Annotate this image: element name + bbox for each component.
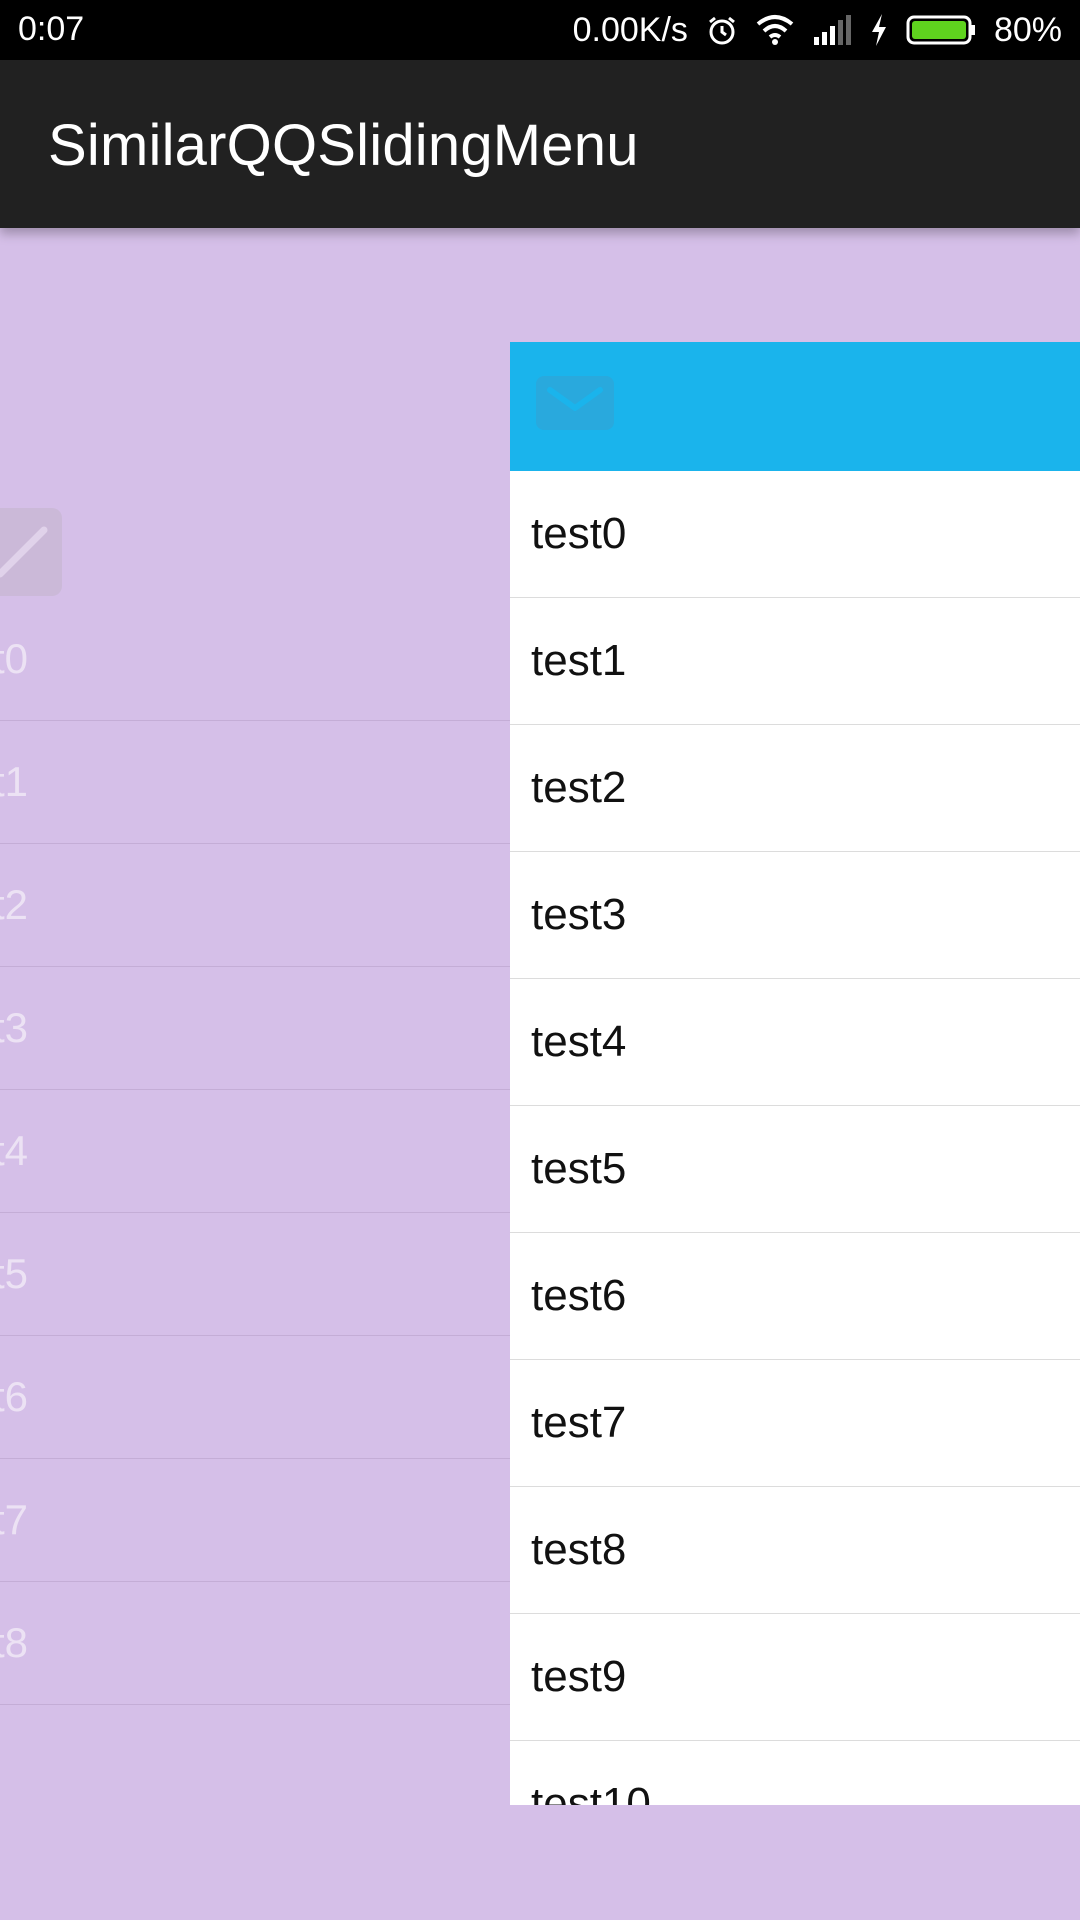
battery-percent: 80% — [993, 10, 1062, 49]
list-item-label: test7 — [531, 1398, 627, 1447]
list-item[interactable]: test8 — [510, 1487, 1080, 1614]
list-item-label: test9 — [531, 1652, 627, 1701]
battery-icon — [906, 15, 975, 45]
list-item-label: test2 — [531, 763, 627, 812]
edit-icon[interactable] — [0, 508, 62, 596]
menu-item[interactable]: st2 — [0, 844, 510, 967]
menu-item-label: st7 — [0, 1496, 29, 1543]
menu-item[interactable]: st0 — [0, 598, 510, 721]
menu-item-label: st6 — [0, 1373, 29, 1420]
app-bar: SimilarQQSlidingMenu — [0, 60, 1080, 228]
menu-item-label: st1 — [0, 758, 29, 805]
network-speed: 0.00K/s — [572, 10, 688, 49]
list-item-label: test10 — [531, 1779, 651, 1805]
menu-item[interactable]: st8 — [0, 1582, 510, 1705]
charging-icon — [871, 14, 886, 46]
list-item-label: test5 — [531, 1144, 627, 1193]
menu-item-label: st2 — [0, 881, 29, 928]
menu-item-label: st4 — [0, 1127, 29, 1174]
menu-item-label: st5 — [0, 1250, 29, 1297]
list-item[interactable]: test3 — [510, 852, 1080, 979]
list-item[interactable]: test5 — [510, 1106, 1080, 1233]
menu-item[interactable]: st1 — [0, 721, 510, 844]
menu-item[interactable]: st5 — [0, 1213, 510, 1336]
list-item[interactable]: test7 — [510, 1360, 1080, 1487]
wifi-icon — [756, 15, 794, 45]
menu-item[interactable]: st6 — [0, 1336, 510, 1459]
list-item-label: test6 — [531, 1271, 627, 1320]
menu-list: st0 st1 st2 st3 st4 st5 st6 st7 st8 — [0, 598, 510, 1888]
list-item-label: test0 — [531, 509, 627, 558]
menu-item-label: st8 — [0, 1619, 29, 1666]
list-item-label: test8 — [531, 1525, 627, 1574]
content-header — [510, 342, 1080, 471]
list-item[interactable]: test2 — [510, 725, 1080, 852]
signal-icon — [813, 15, 851, 45]
status-time: 0:07 — [18, 10, 85, 48]
status-bar: 0:07 0.00K/s 80% — [0, 0, 1080, 60]
menu-item[interactable]: st3 — [0, 967, 510, 1090]
list-item[interactable]: test6 — [510, 1233, 1080, 1360]
mail-icon[interactable] — [536, 376, 614, 430]
menu-item-label: st3 — [0, 1004, 29, 1051]
menu-item[interactable]: st4 — [0, 1090, 510, 1213]
menu-item[interactable]: st7 — [0, 1459, 510, 1582]
sliding-menu[interactable]: st0 st1 st2 st3 st4 st5 st6 st7 st8 — [0, 228, 510, 1920]
list-item-label: test4 — [531, 1017, 627, 1066]
status-icons: 0.00K/s 80% — [573, 0, 1062, 60]
list-item-label: test3 — [531, 890, 627, 939]
alarm-icon — [709, 16, 735, 45]
list-item[interactable]: test9 — [510, 1614, 1080, 1741]
list-item[interactable]: test0 — [510, 471, 1080, 598]
content-panel: test0 test1 test2 test3 test4 test5 test… — [510, 342, 1080, 1805]
list-item-label: test1 — [531, 636, 627, 685]
list-item[interactable]: test10 — [510, 1741, 1080, 1805]
menu-item-label: st0 — [0, 635, 29, 682]
app-title: SimilarQQSlidingMenu — [48, 113, 639, 178]
list-item[interactable]: test1 — [510, 598, 1080, 725]
list-item[interactable]: test4 — [510, 979, 1080, 1106]
